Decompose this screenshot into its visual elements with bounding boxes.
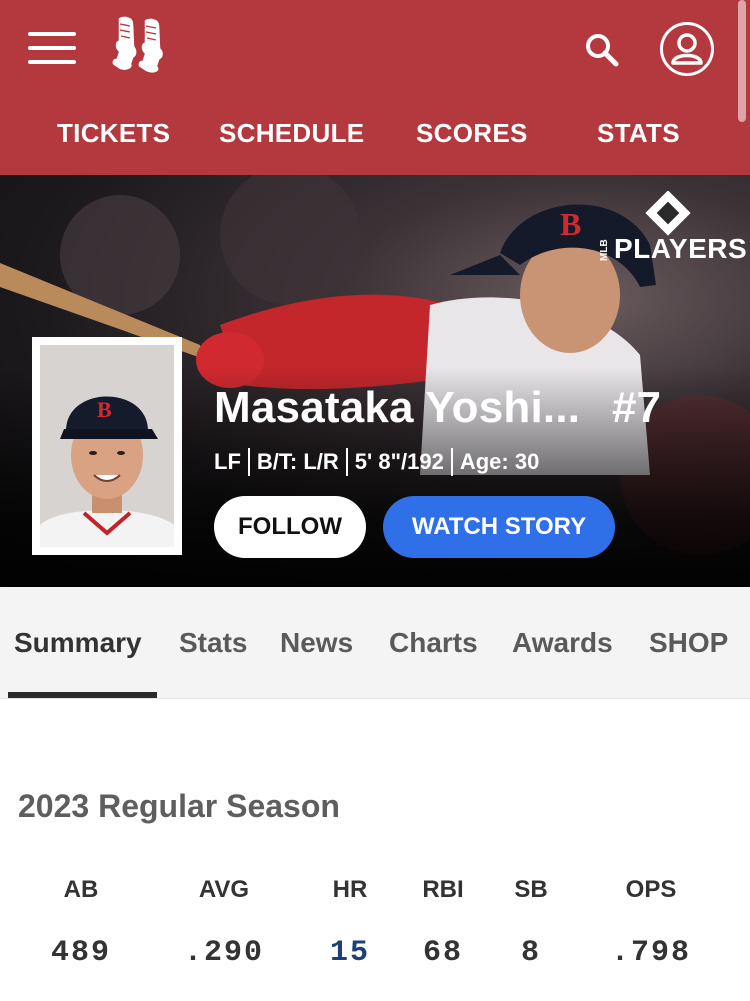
nav-scores[interactable]: SCORES: [416, 118, 528, 149]
top-header: TICKETS SCHEDULE SCORES STATS: [0, 0, 750, 175]
tab-shop[interactable]: SHOP: [649, 627, 728, 659]
stat-value: .290: [183, 936, 264, 970]
divider: [345, 448, 348, 476]
divider: [450, 448, 453, 476]
player-headshot: B: [32, 337, 182, 555]
divider: [247, 448, 250, 476]
player-age: Age: 30: [459, 449, 540, 474]
account-icon[interactable]: [660, 22, 714, 76]
top-nav: TICKETS SCHEDULE SCORES STATS: [0, 118, 750, 158]
player-position: LF: [214, 449, 241, 474]
search-icon[interactable]: [582, 30, 622, 70]
nav-stats[interactable]: STATS: [597, 118, 680, 149]
player-name: Masataka Yoshi...: [214, 383, 581, 432]
stat-ops: OPS .798: [591, 876, 711, 970]
stat-value: 489: [50, 936, 111, 970]
watch-story-button[interactable]: WATCH STORY: [383, 496, 615, 558]
mlb-players-logo-text: PLAYERS: [614, 233, 748, 264]
tab-awards[interactable]: Awards: [512, 627, 613, 659]
stat-label: OPS: [625, 876, 677, 903]
player-number: #7: [612, 383, 661, 432]
stat-value: 8: [520, 936, 541, 970]
player-headshot-image: B: [40, 345, 174, 547]
mlb-players-logo-small: MLB: [599, 239, 610, 261]
player-bats-throws: B/T: L/R: [256, 449, 339, 474]
nav-tickets[interactable]: TICKETS: [57, 118, 170, 149]
svg-text:B: B: [97, 397, 112, 422]
tab-summary[interactable]: Summary: [14, 627, 142, 659]
menu-icon[interactable]: [28, 28, 76, 68]
stat-sb: SB 8: [471, 876, 591, 970]
page-scrollbar[interactable]: [738, 0, 746, 122]
tab-charts[interactable]: Charts: [389, 627, 478, 659]
tab-stats[interactable]: Stats: [179, 627, 247, 659]
season-title: 2023 Regular Season: [18, 788, 340, 824]
stat-avg: AVG .290: [164, 876, 284, 970]
player-tabs: Summary Stats News Charts Awards SHOP: [0, 587, 750, 699]
red-sox-logo[interactable]: [104, 12, 176, 78]
stat-ab: AB 489: [21, 876, 141, 970]
stat-label: AB: [63, 876, 99, 903]
player-bio-line: LF B/T: L/R 5' 8"/192 Age: 30: [214, 448, 539, 476]
tab-news[interactable]: News: [280, 627, 353, 659]
stat-label: AVG: [198, 876, 250, 903]
svg-text:B: B: [560, 206, 581, 242]
active-tab-indicator: [8, 692, 157, 698]
stat-value: .798: [610, 936, 691, 970]
stat-label: SB: [514, 876, 548, 903]
follow-button[interactable]: FOLLOW: [214, 496, 366, 558]
player-height-weight: 5' 8"/192: [354, 449, 444, 474]
nav-schedule[interactable]: SCHEDULE: [219, 118, 364, 149]
